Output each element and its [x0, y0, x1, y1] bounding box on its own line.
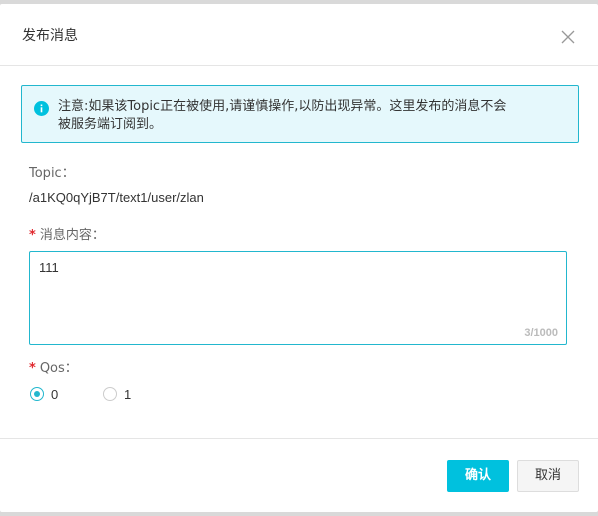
notice-text: 注意:如果该Topic正在被使用,请谨慎操作,以防出现异常。这里发布的消息不会 …	[58, 98, 566, 134]
qos-radio-0[interactable]: 0	[30, 386, 70, 404]
cancel-button[interactable]: 取消	[517, 460, 579, 492]
qos-label-text: Qos：	[39, 361, 78, 376]
notice-line-1: 注意:如果该Topic正在被使用,请谨慎操作,以防出现异常。这里发布的消息不会	[58, 99, 507, 114]
radio-checked-icon	[30, 387, 44, 401]
qos-radio-1-label: 1	[124, 387, 132, 402]
notice-banner: 注意:如果该Topic正在被使用,请谨慎操作,以防出现异常。这里发布的消息不会 …	[21, 85, 579, 143]
topic-label: Topic：	[29, 166, 75, 181]
qos-label: * Qos：	[29, 361, 78, 377]
qos-radio-1[interactable]: 1	[103, 386, 143, 404]
footer-divider	[0, 438, 598, 439]
info-icon	[34, 101, 49, 116]
message-label-text: 消息内容：	[39, 228, 105, 243]
dialog-header: 发布消息	[0, 4, 598, 66]
dialog-title: 发布消息	[22, 28, 78, 44]
radio-unchecked-icon	[103, 387, 117, 401]
qos-radio-0-label: 0	[51, 387, 59, 402]
required-mark: *	[29, 361, 36, 376]
close-icon[interactable]	[560, 29, 576, 45]
required-mark: *	[29, 228, 36, 243]
publish-message-dialog: 发布消息 注意:如果该Topic正在被使用,请谨慎操作,以防出现异常。这里发布的…	[0, 4, 598, 512]
topic-value: /a1KQ0qYjB7T/text1/user/zlan	[29, 190, 204, 205]
message-label: * 消息内容：	[29, 228, 105, 244]
confirm-button[interactable]: 确认	[447, 460, 509, 492]
char-count: 3/1000	[524, 327, 558, 339]
message-textarea[interactable]: 111 3/1000	[29, 251, 567, 345]
message-value: 111	[39, 260, 59, 275]
notice-line-2: 被服务端订阅到。	[58, 117, 163, 132]
